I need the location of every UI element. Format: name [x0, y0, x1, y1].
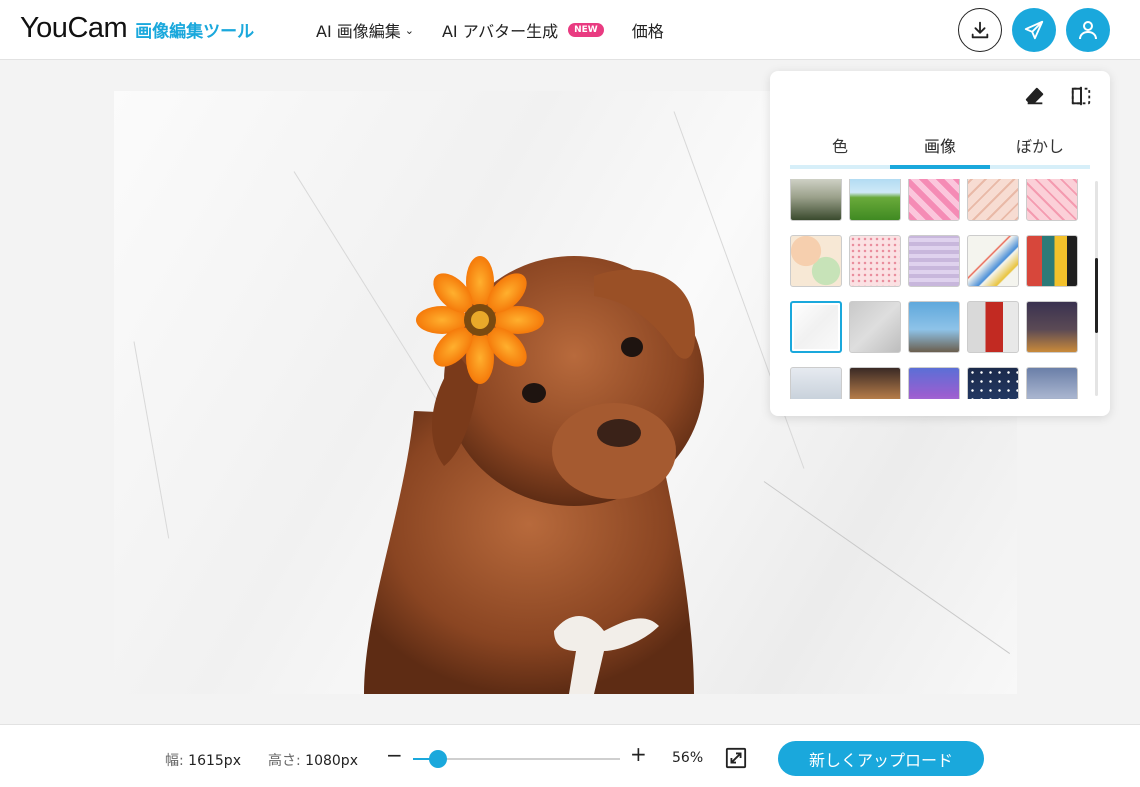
nav-ai-avatar[interactable]: AI アバター生成 NEW — [442, 18, 604, 42]
zoom-slider-knob[interactable] — [428, 750, 447, 768]
thumbnail-palm-leaves[interactable] — [790, 179, 842, 221]
thumbnail-purple-sunset[interactable] — [908, 367, 960, 399]
thumbnail-color-lines[interactable] — [967, 235, 1019, 287]
thumbnail-pink-hearts[interactable] — [908, 179, 960, 221]
zoom-out-button[interactable]: − — [386, 743, 403, 767]
eraser-icon — [1025, 87, 1044, 105]
thumbnail-abstract-art[interactable] — [1026, 235, 1078, 287]
thumbnail-pink-pattern[interactable] — [967, 179, 1019, 221]
nav-ai-photo-edit[interactable]: AI 画像編集 ⌄ — [316, 18, 414, 42]
width-value: 1615px — [188, 753, 241, 769]
tab-color[interactable]: 色 — [790, 133, 890, 165]
tab-image[interactable]: 画像 — [890, 133, 990, 169]
nav-pricing[interactable]: 価格 — [632, 18, 664, 42]
panel-scrollbar[interactable] — [1095, 181, 1098, 396]
eraser-button[interactable] — [1024, 85, 1046, 111]
main-nav: AI 画像編集 ⌄ AI アバター生成 NEW 価格 — [316, 18, 692, 42]
width-label: 幅: — [165, 753, 184, 769]
bottom-toolbar: 幅: 1615px 高さ: 1080px − + 56% 新しくアップロード — [0, 724, 1140, 787]
thumbnail-pink-dots[interactable] — [849, 235, 901, 287]
thumbnail-love-pattern[interactable] — [1026, 179, 1078, 221]
thumbnail-palm-sunset[interactable] — [1026, 367, 1078, 399]
zoom-level: 56% — [672, 750, 704, 766]
thumbnail-big-ben-night[interactable] — [1026, 301, 1078, 353]
image-height-info: 高さ: 1080px — [268, 750, 358, 770]
nav-ai-avatar-label: AI アバター生成 — [441, 22, 559, 41]
height-label: 高さ: — [268, 753, 301, 769]
compare-button[interactable] — [1070, 85, 1092, 111]
thumbnail-white-marble[interactable] — [790, 301, 842, 353]
logo-subtitle: 画像編集ツール — [135, 22, 255, 42]
scrollbar-thumb[interactable] — [1095, 258, 1098, 333]
background-tabs: 色 画像 ぼかし — [790, 133, 1090, 169]
thumbnail-london-phone-booth[interactable] — [967, 301, 1019, 353]
thumbnail-ferris-wheel[interactable] — [790, 367, 842, 399]
chevron-down-icon: ⌄ — [404, 23, 414, 37]
top-header: YouCam 画像編集ツール AI 画像編集 ⌄ AI アバター生成 NEW 価… — [0, 0, 1140, 60]
upload-new-button[interactable]: 新しくアップロード — [778, 741, 984, 776]
expand-icon — [725, 747, 747, 769]
compare-icon — [1071, 86, 1091, 106]
download-button[interactable] — [958, 8, 1002, 52]
thumbnail-grid — [790, 179, 1078, 399]
user-icon — [1079, 21, 1097, 40]
nav-pricing-label: 価格 — [631, 22, 664, 41]
thumbnail-carousel[interactable] — [849, 367, 901, 399]
background-panel: 色 画像 ぼかし — [770, 71, 1110, 416]
send-icon — [1024, 20, 1044, 40]
image-width-info: 幅: 1615px — [165, 750, 241, 770]
minus-icon: − — [386, 743, 403, 767]
thumbnail-eiffel-tower[interactable] — [908, 301, 960, 353]
thumbnail-green-field[interactable] — [849, 179, 901, 221]
zoom-in-button[interactable]: + — [630, 742, 647, 766]
download-icon — [971, 21, 989, 39]
logo[interactable]: YouCam 画像編集ツール — [20, 12, 254, 45]
tab-blur[interactable]: ぼかし — [990, 133, 1090, 165]
new-badge: NEW — [568, 23, 604, 37]
thumbnail-list[interactable] — [790, 179, 1080, 399]
share-button[interactable] — [1012, 8, 1056, 52]
nav-ai-photo-edit-label: AI 画像編集 — [316, 22, 401, 41]
account-button[interactable] — [1066, 8, 1110, 52]
logo-text: YouCam — [20, 12, 128, 44]
thumbnail-gray-concrete[interactable] — [849, 301, 901, 353]
fit-screen-button[interactable] — [725, 747, 747, 769]
panel-toolbar — [1024, 85, 1092, 111]
thumbnail-pastel-camo[interactable] — [790, 235, 842, 287]
height-value: 1080px — [305, 753, 358, 769]
plus-icon: + — [630, 742, 647, 766]
zoom-slider[interactable] — [413, 750, 620, 768]
thumbnail-starry-night[interactable] — [967, 367, 1019, 399]
thumbnail-lavender-grid[interactable] — [908, 235, 960, 287]
